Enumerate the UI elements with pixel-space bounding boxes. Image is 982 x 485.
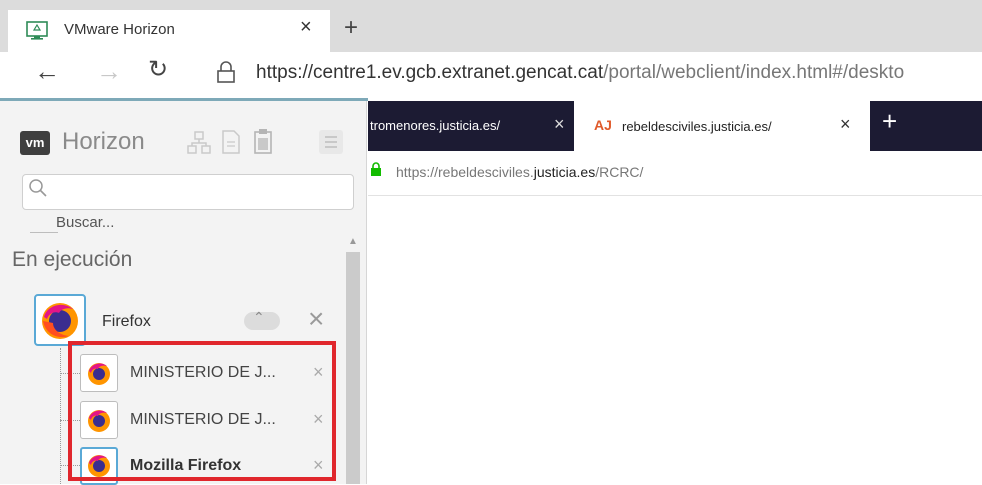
- firefox-icon: [42, 303, 78, 339]
- tab-close-icon[interactable]: ×: [300, 16, 312, 39]
- close-app-icon[interactable]: ×: [308, 303, 324, 335]
- new-tab-icon[interactable]: +: [344, 14, 358, 42]
- lock-icon[interactable]: [216, 60, 236, 84]
- vmware-logo: vm: [20, 131, 50, 155]
- remote-tab-close-icon[interactable]: ×: [554, 114, 565, 135]
- network-icon[interactable]: [186, 126, 212, 158]
- scrollbar-thumb[interactable]: [346, 252, 360, 484]
- chevron-up-icon: ⌃: [253, 309, 265, 325]
- horizon-title: Horizon: [62, 128, 145, 155]
- reload-icon[interactable]: ↻: [148, 55, 168, 84]
- clipboard-icon[interactable]: [250, 126, 276, 158]
- url-domain: justicia.es: [533, 164, 596, 180]
- remote-new-tab-icon[interactable]: +: [882, 106, 897, 137]
- address-bar[interactable]: https://centre1.ev.gcb.extranet.gencat.c…: [256, 62, 904, 84]
- address-host: https://centre1.ev.gcb.extranet.gencat.c…: [256, 62, 604, 83]
- remote-page-content: [368, 196, 982, 484]
- tree-line: [60, 348, 61, 484]
- remote-tab-label: rebeldesciviles.justicia.es/: [622, 119, 772, 134]
- app-name: Firefox: [102, 313, 151, 330]
- highlight-box: [68, 341, 336, 481]
- scroll-up-icon[interactable]: ▲: [348, 236, 358, 247]
- back-icon[interactable]: ←: [34, 56, 60, 87]
- section-title-running: En ejecución: [12, 248, 133, 271]
- remote-tab-close-icon[interactable]: ×: [840, 114, 851, 135]
- remote-url[interactable]: https://rebeldesciviles.justicia.es/RCRC…: [396, 164, 643, 180]
- search-placeholder: Buscar...: [56, 214, 115, 231]
- search-icon: [29, 179, 47, 197]
- forward-icon[interactable]: →: [96, 56, 122, 87]
- search-input[interactable]: [22, 174, 354, 210]
- menu-icon[interactable]: [318, 126, 344, 158]
- site-favicon-icon: AJ: [594, 117, 612, 133]
- browser-tab-title: VMware Horizon: [64, 21, 175, 38]
- search-divider: [30, 232, 58, 233]
- secure-lock-icon: [371, 162, 381, 176]
- url-prefix: https://rebeldesciviles.: [396, 164, 534, 180]
- horizon-favicon-icon: [26, 21, 48, 40]
- url-suffix: /RCRC/: [595, 164, 644, 180]
- document-icon[interactable]: [218, 126, 244, 158]
- remote-tab-label[interactable]: tromenores.justicia.es/: [370, 118, 500, 133]
- address-path: /portal/webclient/index.html#/deskto: [603, 62, 905, 83]
